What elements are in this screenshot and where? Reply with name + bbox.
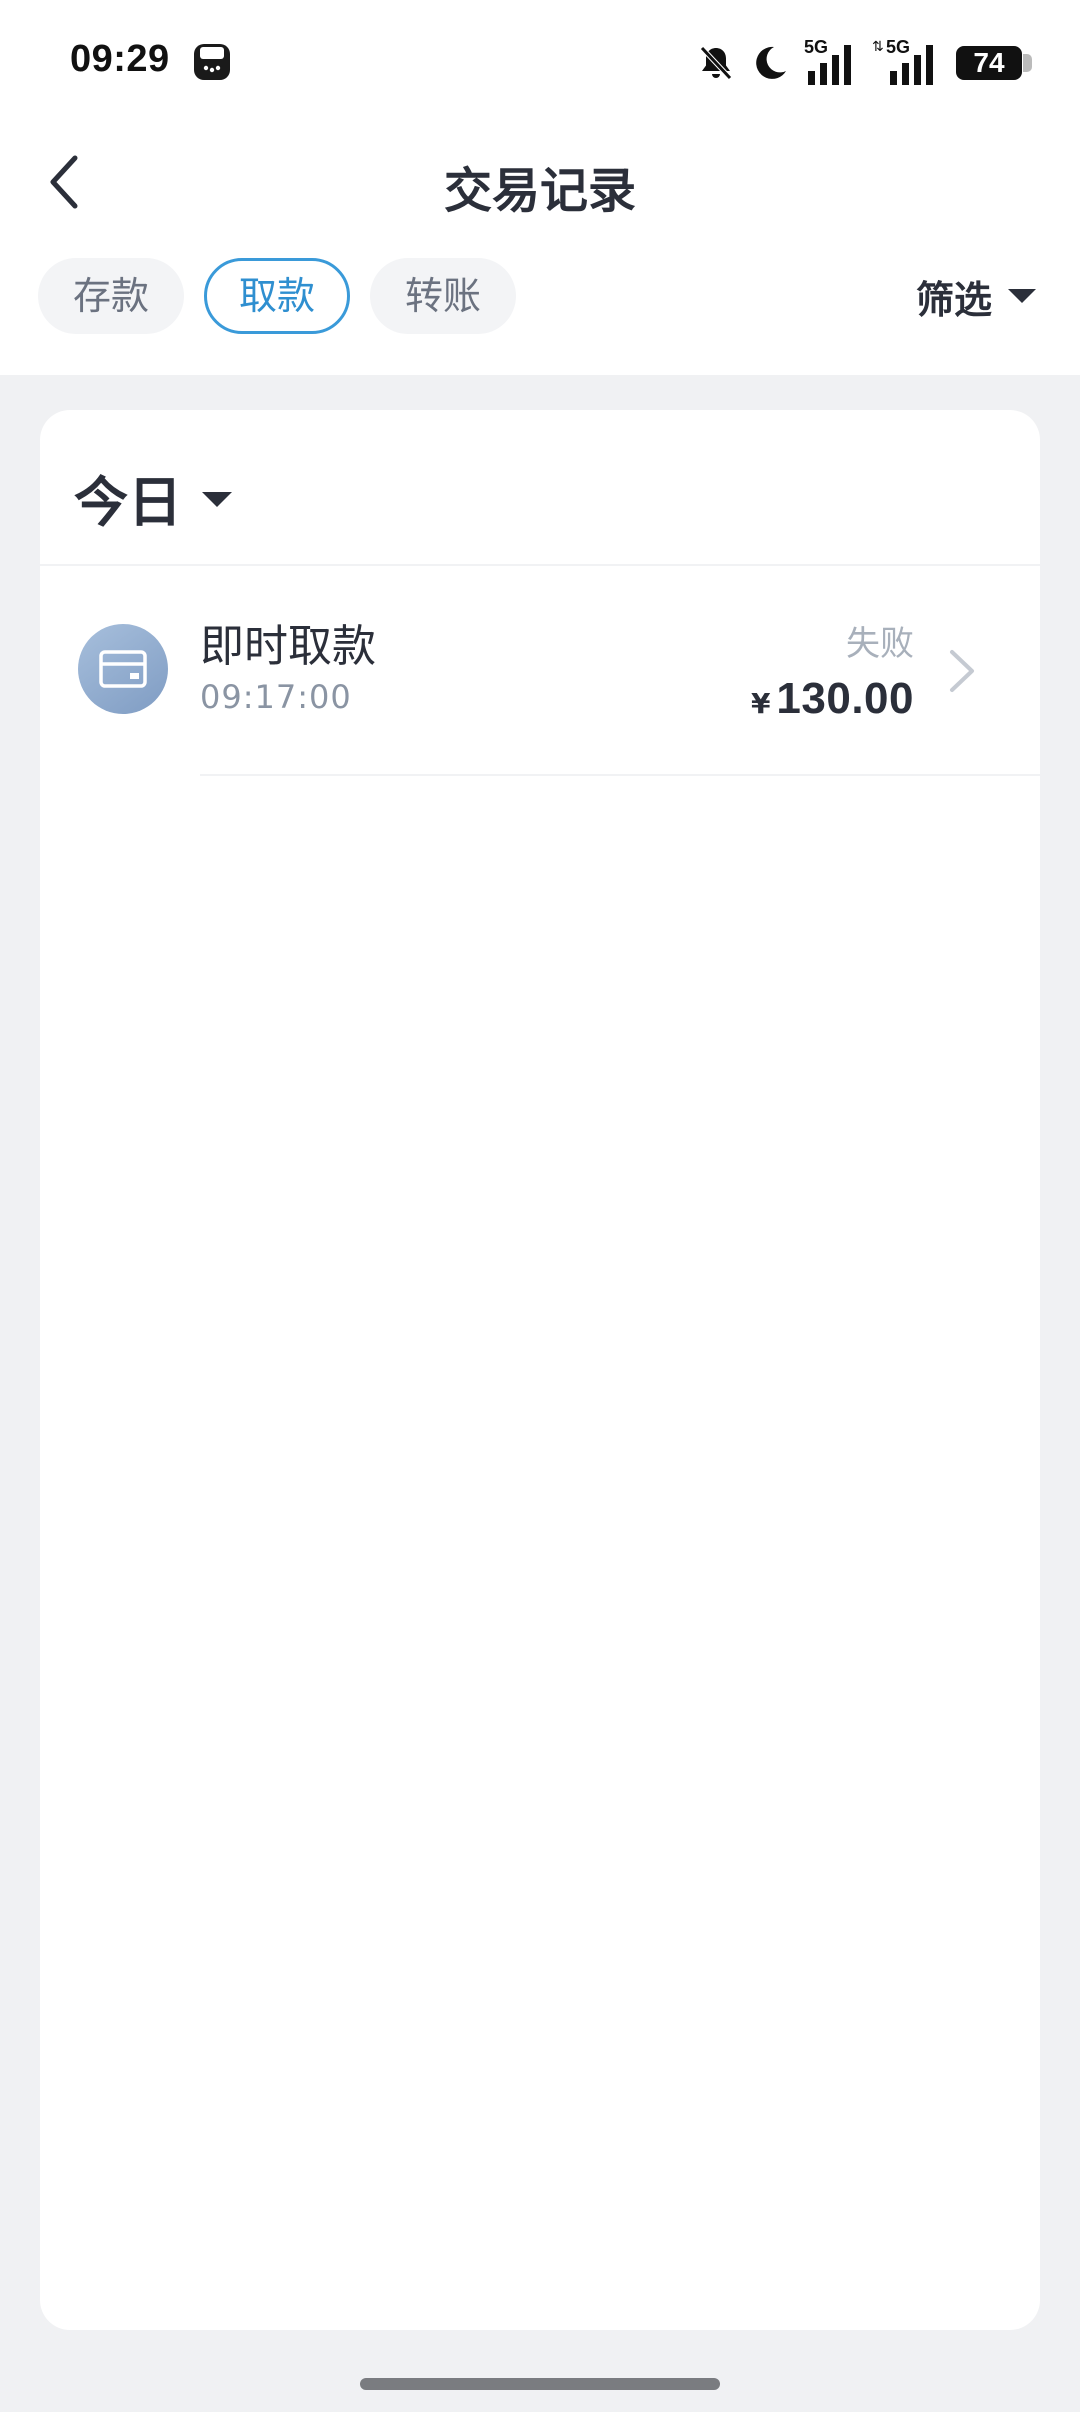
transaction-time: 09:17:00	[200, 678, 352, 716]
battery-level: 74	[973, 47, 1005, 78]
moon-icon	[756, 46, 786, 79]
signal-1: 5G	[804, 37, 858, 85]
transaction-amount: ¥ 130.00	[751, 674, 914, 724]
transactions-card: 今日 即时取款 09:17:00 失败 ¥ 130.00	[40, 410, 1040, 2330]
signal-bars-2-icon	[890, 45, 933, 85]
tab-transfer[interactable]: 转账	[370, 258, 516, 334]
transaction-row[interactable]: 即时取款 09:17:00 失败 ¥ 130.00	[40, 566, 1040, 776]
bell-muted-icon	[700, 46, 732, 80]
page-title: 交易记录	[443, 163, 636, 219]
home-indicator[interactable]	[360, 2378, 720, 2390]
divider	[200, 774, 1040, 776]
filter-button[interactable]: 筛选	[916, 258, 1036, 334]
tab-deposit[interactable]: 存款	[38, 258, 184, 334]
currency-symbol: ¥	[750, 687, 771, 720]
filter-label: 筛选	[915, 277, 992, 322]
status-bar: 09:29 5G ⇅ 5G 74	[0, 0, 1080, 125]
nav-header: 交易记录	[0, 125, 1080, 240]
transaction-name: 即时取款	[200, 621, 376, 672]
date-label: 今日	[74, 470, 182, 534]
caret-down-icon	[1008, 289, 1036, 303]
status-time: 09:29	[70, 38, 170, 80]
tabs-row: 存款 取款 转账 筛选	[0, 258, 1080, 338]
signal-bars-icon	[808, 45, 851, 85]
app-notification-icon	[194, 44, 230, 80]
caret-down-icon	[202, 491, 232, 507]
transaction-status: 失败	[846, 624, 914, 664]
date-range-selector[interactable]: 今日	[74, 462, 232, 534]
amount-value: 130.00	[776, 674, 914, 723]
battery-icon: 74	[956, 46, 1032, 80]
chevron-right-icon	[950, 650, 974, 692]
card-icon	[78, 624, 168, 714]
status-icons: 5G ⇅ 5G 74	[696, 37, 1032, 88]
tab-withdrawal[interactable]: 取款	[204, 258, 350, 334]
signal-2: ⇅ 5G	[872, 37, 942, 85]
